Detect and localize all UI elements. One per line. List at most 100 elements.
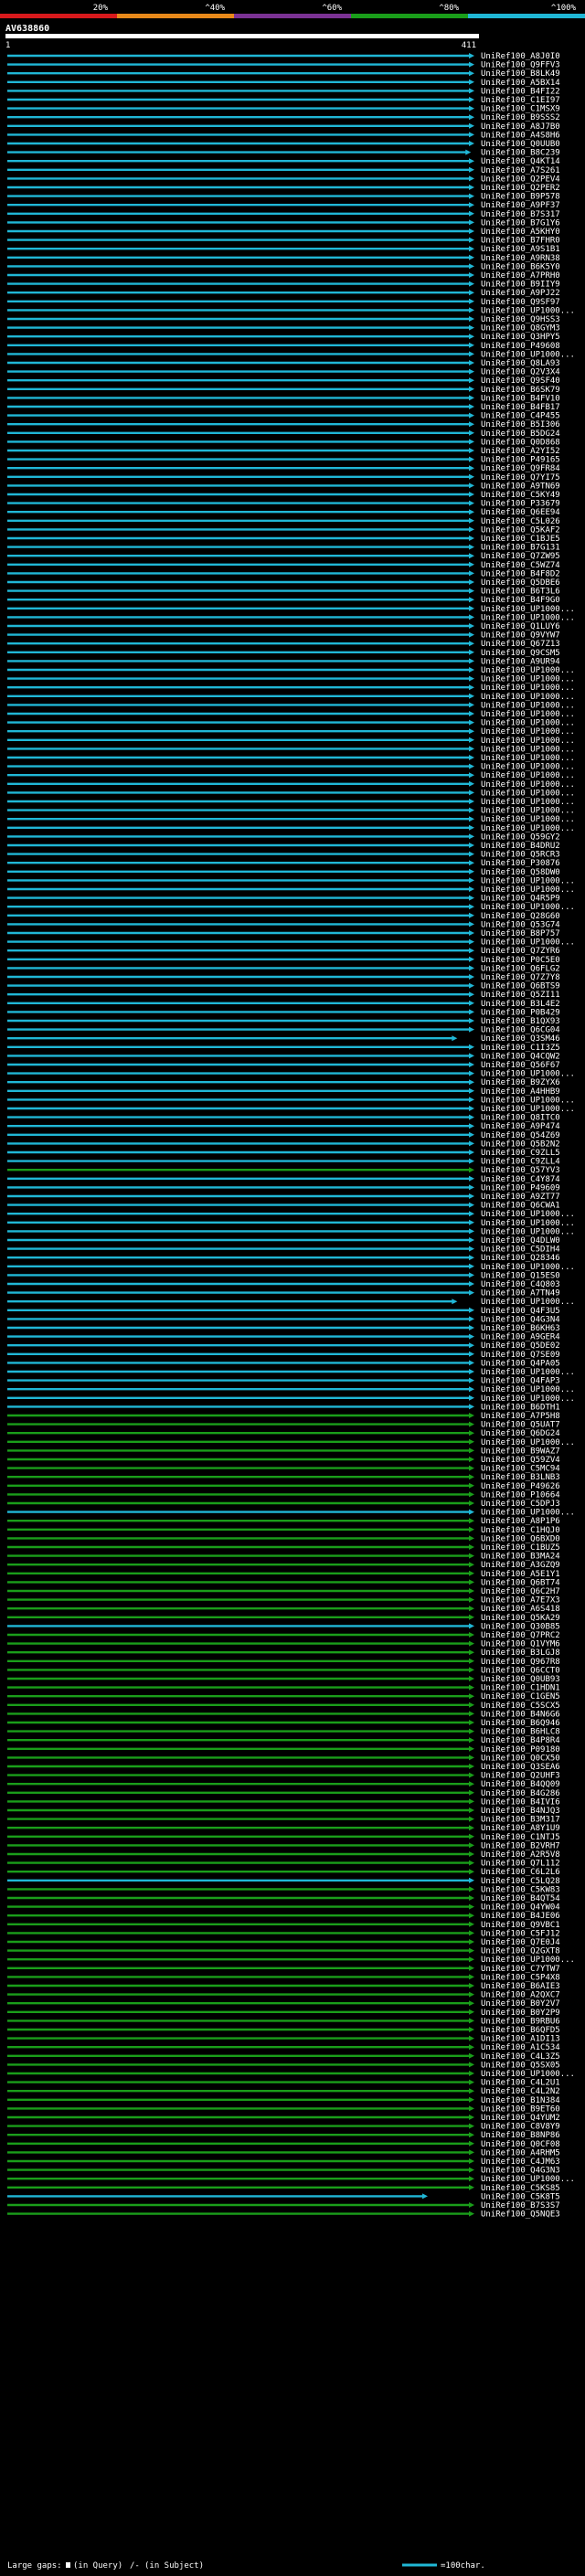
hit-label[interactable]: UniRef100_A5BX14 <box>481 79 560 88</box>
hit-label[interactable]: UniRef100_A7E7X3 <box>481 1596 560 1606</box>
hit-label[interactable]: UniRef100_A2QXC7 <box>481 1991 560 2000</box>
hit-label[interactable]: UniRef100_B4NJQ3 <box>481 1807 560 1816</box>
hit-label[interactable]: UniRef100_UP1000... <box>481 737 575 746</box>
hit-label[interactable]: UniRef100_Q6CG04 <box>481 1026 560 1035</box>
hit-label[interactable]: UniRef100_Q7L112 <box>481 1860 560 1869</box>
hit-label[interactable]: UniRef100_Q15ES0 <box>481 1271 560 1280</box>
hit-label[interactable]: UniRef100_C4L2N2 <box>481 2087 560 2096</box>
hit-label[interactable]: UniRef100_Q67Z13 <box>481 640 560 649</box>
hit-label[interactable]: UniRef100_UP1000... <box>481 306 575 315</box>
hit-label[interactable]: UniRef100_Q9VYW7 <box>481 631 560 641</box>
hit-label[interactable]: UniRef100_Q57YV3 <box>481 1166 560 1175</box>
hit-label[interactable]: UniRef100_C5P4X8 <box>481 1973 560 1982</box>
hit-label[interactable]: UniRef100_B4F9G0 <box>481 596 560 605</box>
hit-label[interactable]: UniRef100_Q54Z69 <box>481 1131 560 1140</box>
hit-label[interactable]: UniRef100_UP1000... <box>481 1210 575 1219</box>
hit-label[interactable]: UniRef100_B6QFD5 <box>481 2026 560 2035</box>
hit-label[interactable]: UniRef100_C1BJE5 <box>481 535 560 544</box>
hit-label[interactable]: UniRef100_B5DG24 <box>481 429 560 439</box>
hit-label[interactable]: UniRef100_C5KY49 <box>481 491 560 500</box>
hit-label[interactable]: UniRef100_B6SK79 <box>481 386 560 395</box>
hit-label[interactable]: UniRef100_A2R5V8 <box>481 1850 560 1860</box>
hit-label[interactable]: UniRef100_UP1000... <box>481 754 575 763</box>
hit-label[interactable]: UniRef100_B9RBU6 <box>481 2017 560 2026</box>
hit-label[interactable]: UniRef100_Q1LUY6 <box>481 622 560 631</box>
hit-label[interactable]: UniRef100_UP1000... <box>481 885 575 895</box>
hit-label[interactable]: UniRef100_C4L2U1 <box>481 2079 560 2088</box>
hit-label[interactable]: UniRef100_A1C534 <box>481 2043 560 2052</box>
hit-label[interactable]: UniRef100_B3M317 <box>481 1816 560 1825</box>
hit-label[interactable]: UniRef100_B8LK49 <box>481 69 560 79</box>
hit-label[interactable]: UniRef100_C9ZLL5 <box>481 1149 560 1158</box>
hit-label[interactable]: UniRef100_B6Q946 <box>481 1719 560 1728</box>
hit-label[interactable]: UniRef100_A9ZT77 <box>481 1193 560 1202</box>
hit-label[interactable]: UniRef100_C4L3Z5 <box>481 2052 560 2062</box>
hit-label[interactable]: UniRef100_Q7ZYR6 <box>481 947 560 956</box>
hit-label[interactable]: UniRef100_Q6EE94 <box>481 508 560 517</box>
hit-label[interactable]: UniRef100_Q6CCT0 <box>481 1666 560 1675</box>
hit-label[interactable]: UniRef100_C1GEN5 <box>481 1692 560 1701</box>
hit-label[interactable]: UniRef100_UP1000... <box>481 780 575 790</box>
hit-label[interactable]: UniRef100_A8Y1U9 <box>481 1824 560 1833</box>
hit-label[interactable]: UniRef100_UP1000... <box>481 727 575 737</box>
hit-label[interactable]: UniRef100_UP1000... <box>481 798 575 807</box>
hit-label[interactable]: UniRef100_B4FB17 <box>481 403 560 412</box>
hit-label[interactable]: UniRef100_Q9FR84 <box>481 464 560 473</box>
hit-label[interactable]: UniRef100_C5DIH4 <box>481 1246 560 1255</box>
hit-label[interactable]: UniRef100_Q1VYM6 <box>481 1640 560 1649</box>
hit-label[interactable]: UniRef100_Q7YI75 <box>481 473 560 482</box>
hit-label[interactable]: UniRef100_UP1000... <box>481 1105 575 1114</box>
hit-label[interactable]: UniRef100_UP1000... <box>481 807 575 816</box>
hit-label[interactable]: UniRef100_P49165 <box>481 456 560 465</box>
hit-label[interactable]: UniRef100_P49609 <box>481 1183 560 1193</box>
hit-label[interactable]: UniRef100_C5K8T5 <box>481 2192 560 2201</box>
hit-label[interactable]: UniRef100_B4FV10 <box>481 394 560 403</box>
hit-label[interactable]: UniRef100_UP1000... <box>481 701 575 710</box>
hit-label[interactable]: UniRef100_Q2PER2 <box>481 184 560 193</box>
hit-label[interactable]: UniRef100_C4Q803 <box>481 1280 560 1289</box>
hit-label[interactable]: UniRef100_B9WAZ7 <box>481 1447 560 1456</box>
hit-label[interactable]: UniRef100_Q4FAP3 <box>481 1377 560 1386</box>
hit-label[interactable]: UniRef100_C1HDN1 <box>481 1684 560 1693</box>
hit-label[interactable]: UniRef100_Q9FFV3 <box>481 61 560 70</box>
hit-label[interactable]: UniRef100_UP1000... <box>481 1368 575 1377</box>
hit-label[interactable]: UniRef100_Q3HPY5 <box>481 333 560 342</box>
hit-label[interactable]: UniRef100_B9IIY9 <box>481 281 560 290</box>
hit-label[interactable]: UniRef100_Q3SEA6 <box>481 1763 560 1772</box>
hit-label[interactable]: UniRef100_Q5B2N2 <box>481 1140 560 1149</box>
hit-label[interactable]: UniRef100_Q5NQE3 <box>481 2210 560 2220</box>
hit-label[interactable]: UniRef100_A9UR94 <box>481 657 560 666</box>
hit-label[interactable]: UniRef100_A7PRH0 <box>481 271 560 281</box>
hit-label[interactable]: UniRef100_Q9HSS3 <box>481 315 560 324</box>
hit-label[interactable]: UniRef100_UP1000... <box>481 1263 575 1272</box>
hit-label[interactable]: UniRef100_Q5KAF2 <box>481 525 560 535</box>
hit-label[interactable]: UniRef100_Q30B85 <box>481 1622 560 1631</box>
hit-label[interactable]: UniRef100_Q4YUM2 <box>481 2114 560 2123</box>
hit-label[interactable]: UniRef100_Q2PEV4 <box>481 175 560 184</box>
hit-label[interactable]: UniRef100_Q4PA05 <box>481 1359 560 1368</box>
hit-label[interactable]: UniRef100_A9P474 <box>481 1122 560 1131</box>
hit-label[interactable]: UniRef100_Q5ZI11 <box>481 991 560 1000</box>
hit-label[interactable]: UniRef100_C4JM63 <box>481 2157 560 2167</box>
hit-label[interactable]: UniRef100_C6L2L6 <box>481 1868 560 1877</box>
hit-label[interactable]: UniRef100_A9RN38 <box>481 254 560 263</box>
hit-label[interactable]: UniRef100_Q0D868 <box>481 438 560 447</box>
hit-label[interactable]: UniRef100_Q56F67 <box>481 1061 560 1070</box>
hit-label[interactable]: UniRef100_B7S3S7 <box>481 2201 560 2210</box>
hit-label[interactable]: UniRef100_Q5DBE6 <box>481 578 560 588</box>
hit-label[interactable]: UniRef100_C4P455 <box>481 412 560 421</box>
hit-label[interactable]: UniRef100_B4F8D2 <box>481 569 560 578</box>
hit-label[interactable]: UniRef100_C5MC94 <box>481 1465 560 1474</box>
hit-label[interactable]: UniRef100_Q5SX05 <box>481 2061 560 2070</box>
hit-label[interactable]: UniRef100_C4Y874 <box>481 1175 560 1184</box>
hit-label[interactable]: UniRef100_UP1000... <box>481 2070 575 2079</box>
hit-label[interactable]: UniRef100_UP1000... <box>481 684 575 693</box>
hit-label[interactable]: UniRef100_Q0CX50 <box>481 1754 560 1763</box>
hit-label[interactable]: UniRef100_B1QX93 <box>481 1017 560 1026</box>
hit-label[interactable]: UniRef100_Q59GY2 <box>481 832 560 842</box>
hit-label[interactable]: UniRef100_B4G286 <box>481 1789 560 1798</box>
hit-label[interactable]: UniRef100_A5E1Y1 <box>481 1570 560 1579</box>
hit-label[interactable]: UniRef100_Q6FLG2 <box>481 964 560 973</box>
hit-label[interactable]: UniRef100_P0C5E0 <box>481 956 560 965</box>
hit-label[interactable]: UniRef100_B6T3L6 <box>481 588 560 597</box>
